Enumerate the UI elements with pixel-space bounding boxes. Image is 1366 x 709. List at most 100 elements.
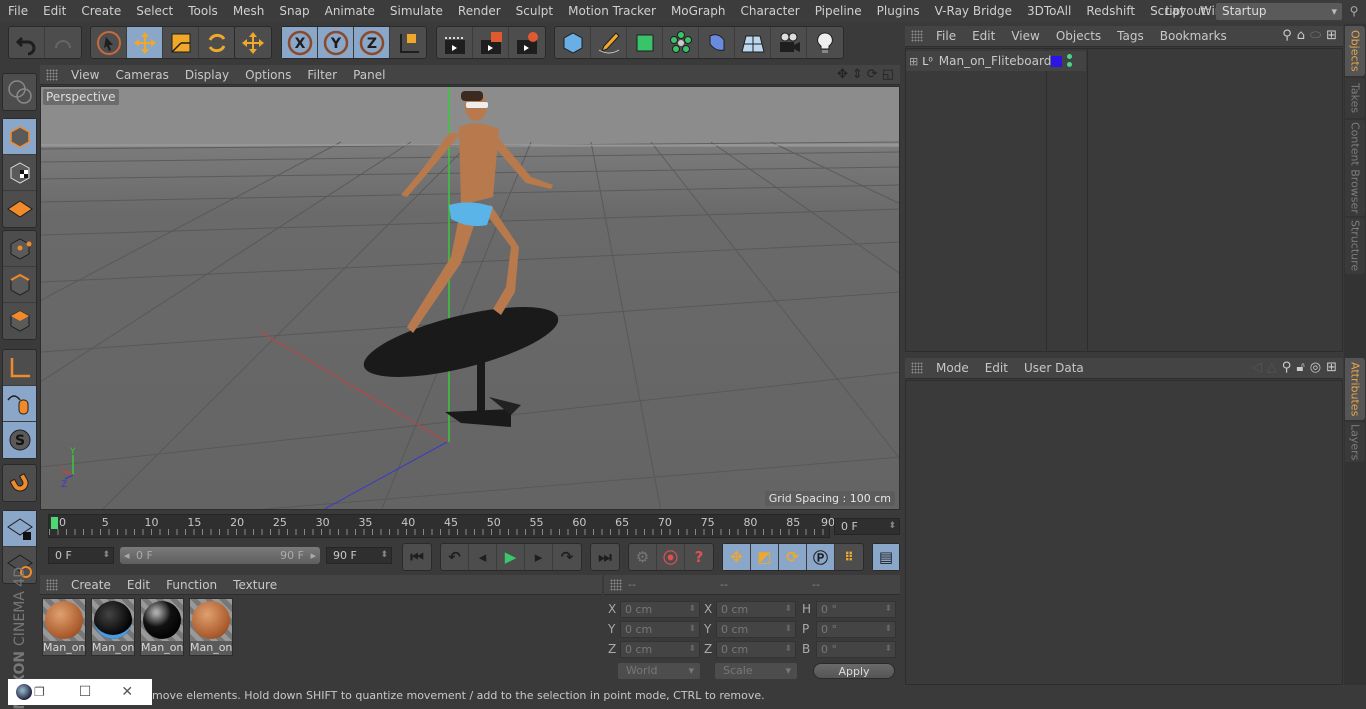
play-icon[interactable]: ▶: [497, 544, 525, 570]
tab-layers[interactable]: Layers: [1345, 422, 1365, 462]
new-panel-icon[interactable]: ⊞: [1326, 360, 1337, 375]
goto-start-icon[interactable]: ⏮: [403, 544, 431, 570]
position-field[interactable]: 0 cm ⬍: [620, 601, 700, 618]
live-select-icon[interactable]: [91, 27, 127, 58]
axis-icon[interactable]: [3, 350, 36, 386]
object-row[interactable]: ⊞ L⁰ Man_on_Fliteboard: [906, 51, 1086, 71]
end-frame-field[interactable]: 90 F ⬍: [326, 547, 392, 564]
expand-icon[interactable]: ⊞: [909, 55, 918, 68]
snap-icon[interactable]: [3, 465, 36, 501]
menu-3dtoall[interactable]: 3DToAll: [1019, 4, 1078, 18]
render-settings-icon[interactable]: [509, 27, 545, 58]
search-icon[interactable]: ⚲: [1342, 4, 1366, 18]
object-menu-tags[interactable]: Tags: [1109, 29, 1152, 43]
key-param-icon[interactable]: Ⓟ: [807, 544, 835, 570]
menu-snap[interactable]: Snap: [271, 4, 316, 18]
timeline-window-icon[interactable]: ▤: [873, 544, 899, 570]
texture-mode-icon[interactable]: [3, 155, 36, 191]
search-icon[interactable]: ⚲: [1282, 28, 1292, 43]
transform-icon[interactable]: [235, 27, 271, 58]
key-position-icon[interactable]: ✥: [723, 544, 751, 570]
menu-animate[interactable]: Animate: [317, 4, 382, 18]
size-field[interactable]: 0 cm ⬍: [716, 621, 796, 638]
search-icon[interactable]: ⚲: [1282, 360, 1292, 375]
preview-range-slider[interactable]: ◂ 0 F 90 F ▸: [120, 547, 320, 564]
restore-icon[interactable]: ❐: [34, 685, 45, 699]
material-menu-create[interactable]: Create: [63, 578, 119, 592]
render-visibility-dot[interactable]: [1067, 62, 1072, 67]
make-editable-icon[interactable]: [3, 74, 36, 110]
object-name[interactable]: Man_on_Fliteboard: [939, 54, 1052, 68]
material-menu-function[interactable]: Function: [158, 578, 225, 592]
tab-takes[interactable]: Takes: [1345, 78, 1365, 118]
goto-end-icon[interactable]: ⏭: [591, 544, 619, 570]
material-menu-texture[interactable]: Texture: [225, 578, 285, 592]
range-left-arrow-icon[interactable]: ◂: [124, 547, 130, 564]
timeline-ruler[interactable]: 0 5 10 15 20 25 30 35 40 45 50 55 60 65 70 75 80 85 90: [48, 514, 835, 538]
menu-motion-tracker[interactable]: Motion Tracker: [560, 4, 663, 18]
menu-create[interactable]: Create: [73, 4, 128, 18]
spinner-icon[interactable]: ⬍: [884, 622, 892, 637]
menu-file[interactable]: File: [0, 4, 35, 18]
menu-sculpt[interactable]: Sculpt: [508, 4, 560, 18]
keyframe-help-icon[interactable]: ?: [685, 544, 713, 570]
solo-icon[interactable]: S: [3, 422, 36, 458]
tweak-icon[interactable]: [3, 386, 36, 422]
target-icon[interactable]: ◎: [1310, 360, 1321, 375]
menu-render[interactable]: Render: [450, 4, 508, 18]
polygons-mode-icon[interactable]: [3, 303, 36, 339]
coordinate-space-dropdown[interactable]: World: [618, 663, 700, 679]
floor-icon[interactable]: [735, 27, 771, 58]
redo-icon[interactable]: [45, 27, 81, 58]
attribute-menu-mode[interactable]: Mode: [928, 361, 977, 375]
cloner-icon[interactable]: [663, 27, 699, 58]
menu-edit[interactable]: Edit: [35, 4, 73, 18]
current-frame-field[interactable]: 0 F ⬍: [834, 518, 900, 535]
autokey-icon[interactable]: ⦿: [657, 544, 685, 570]
tab-objects[interactable]: Objects: [1345, 26, 1365, 76]
light-icon[interactable]: [807, 27, 843, 58]
close-window-icon[interactable]: ✕: [121, 684, 133, 700]
motion-record-icon[interactable]: ⚙: [629, 544, 657, 570]
size-field[interactable]: 0 cm ⬍: [716, 601, 796, 618]
material-item[interactable]: Man_on: [91, 598, 135, 656]
render-view-icon[interactable]: [437, 27, 473, 58]
tab-structure[interactable]: Structure: [1345, 218, 1365, 274]
menu-mesh[interactable]: Mesh: [225, 4, 272, 18]
spinner-icon[interactable]: ⬍: [102, 548, 110, 563]
spinner-icon[interactable]: ⬍: [784, 622, 792, 637]
menu-mograph[interactable]: MoGraph: [663, 4, 733, 18]
editor-visibility-dot[interactable]: [1067, 54, 1072, 59]
grip-icon[interactable]: [46, 578, 58, 591]
back-arrow-icon[interactable]: ◁: [1252, 360, 1262, 375]
next-keyframe-icon[interactable]: ↷: [553, 544, 581, 570]
camera-icon[interactable]: [771, 27, 807, 58]
pen-icon[interactable]: [591, 27, 627, 58]
lock-workplane-icon[interactable]: [3, 511, 36, 547]
object-menu-objects[interactable]: Objects: [1048, 29, 1109, 43]
new-panel-icon[interactable]: ⊞: [1326, 28, 1337, 43]
x-axis-icon[interactable]: X: [282, 27, 318, 58]
viewport[interactable]: Perspective Grid Spacing : 100 cm Y X Z: [40, 86, 900, 510]
cube-icon[interactable]: [555, 27, 591, 58]
coordinate-mode-dropdown[interactable]: Scale: [715, 663, 797, 679]
playhead[interactable]: [51, 517, 58, 529]
render-picture-viewer-icon[interactable]: [473, 27, 509, 58]
scale-icon[interactable]: [163, 27, 199, 58]
key-scale-icon[interactable]: ◩: [751, 544, 779, 570]
deformer-icon[interactable]: [699, 27, 735, 58]
prev-keyframe-icon[interactable]: ↶: [441, 544, 469, 570]
layer-color-swatch[interactable]: [1051, 56, 1062, 67]
grip-icon[interactable]: [610, 578, 622, 591]
up-arrow-icon[interactable]: △: [1267, 360, 1277, 375]
lock-icon[interactable]: 🔓︎: [1296, 360, 1304, 375]
grip-icon[interactable]: [911, 362, 923, 374]
tab-content-browser[interactable]: Content Browser: [1345, 120, 1365, 216]
material-item[interactable]: Man_on: [189, 598, 233, 656]
grip-icon[interactable]: [911, 30, 923, 42]
position-field[interactable]: 0 cm ⬍: [620, 641, 700, 658]
spinner-icon[interactable]: ⬍: [784, 602, 792, 617]
viewport-menu-options[interactable]: Options: [237, 68, 299, 82]
viewport-camera-label[interactable]: Perspective: [43, 89, 119, 105]
home-icon[interactable]: ⌂: [1297, 28, 1305, 43]
